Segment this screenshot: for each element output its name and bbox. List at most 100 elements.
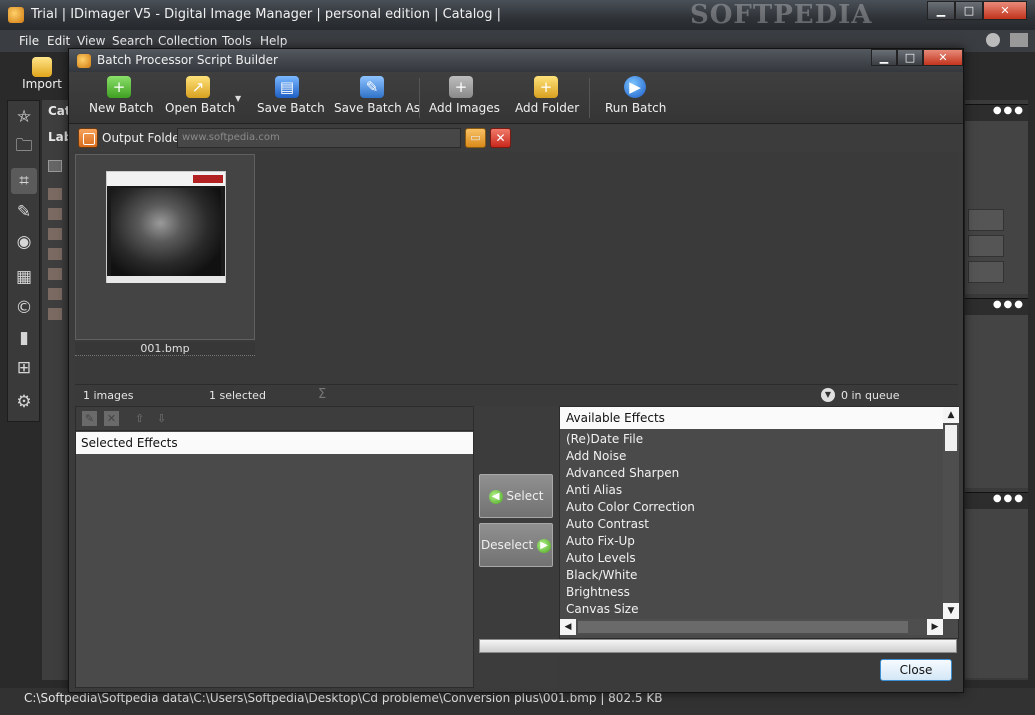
move-up-icon[interactable]: ⇧ <box>132 411 147 426</box>
close-window-button[interactable]: ✕ <box>923 49 963 66</box>
list-item[interactable]: Auto Levels <box>560 550 943 567</box>
add-images-icon: + <box>449 76 473 98</box>
maximize-button[interactable]: □ <box>897 49 923 66</box>
scroll-left-icon[interactable]: ◀ <box>560 619 576 635</box>
add-folder-icon: + <box>534 76 558 98</box>
menu-search[interactable]: Search <box>112 34 153 48</box>
label-swatch[interactable] <box>48 208 62 220</box>
label-swatch[interactable] <box>48 248 62 260</box>
move-down-icon[interactable]: ⇩ <box>154 411 169 426</box>
save-as-icon: ✎ <box>360 76 384 98</box>
pentagram-icon[interactable]: ⛤ <box>11 104 37 130</box>
close-button[interactable]: ✕ <box>983 1 1027 20</box>
list-item[interactable]: Brightness <box>560 584 943 601</box>
batch-processor-dialog: Batch Processor Script Builder ▁ □ ✕ + N… <box>68 48 964 693</box>
list-item[interactable]: Black/White <box>560 567 943 584</box>
maximize-button[interactable]: □ <box>955 1 983 20</box>
pane-controls[interactable]: ●●● <box>965 105 1028 121</box>
queue-dropdown-icon[interactable]: ▼ <box>821 388 835 402</box>
add-folder-button[interactable]: + Add Folder <box>515 76 579 122</box>
gear-icon[interactable]: ⚙ <box>11 389 37 415</box>
pane-field[interactable] <box>968 235 1004 257</box>
import-button[interactable]: Import <box>14 57 70 97</box>
label-swatch[interactable] <box>48 288 62 300</box>
add-images-button[interactable]: + Add Images <box>429 76 500 122</box>
grid-icon[interactable]: ▦ <box>11 264 37 290</box>
output-folder-input[interactable]: www.softpedia.com <box>177 128 461 148</box>
menu-file[interactable]: File <box>19 34 39 48</box>
pane-controls[interactable]: ●●● <box>965 493 1028 509</box>
open-batch-button[interactable]: ↗ Open Batch <box>165 76 235 122</box>
main-titlebar: Trial | IDimager V5 - Digital Image Mana… <box>0 0 1035 30</box>
thumbnail-badge <box>193 175 223 183</box>
output-folder-checkbox[interactable] <box>78 128 98 148</box>
image-statusbar: 1 images 1 selected Σ ▼ 0 in queue <box>75 384 958 406</box>
menu-edit[interactable]: Edit <box>47 34 70 48</box>
label-swatch[interactable] <box>48 188 62 200</box>
save-batch-button[interactable]: ▤ Save Batch <box>257 76 325 122</box>
menu-tools[interactable]: Tools <box>222 34 252 48</box>
import-icon <box>32 57 52 77</box>
copyright-icon[interactable]: © <box>11 295 37 321</box>
list-item[interactable]: Anti Alias <box>560 482 943 499</box>
scroll-down-icon[interactable]: ▼ <box>943 603 959 619</box>
run-batch-button[interactable]: ▶ Run Batch <box>605 76 666 122</box>
menu-view[interactable]: View <box>77 34 105 48</box>
status-path: C:\Softpedia\Softpedia data\C:\Users\Sof… <box>24 691 663 705</box>
image-thumbnail[interactable] <box>75 154 255 340</box>
label-swatch[interactable] <box>48 268 62 280</box>
pencil-icon[interactable]: ✎ <box>11 199 37 225</box>
open-batch-dropdown-icon[interactable]: ▼ <box>235 94 241 103</box>
list-item[interactable]: Auto Contrast <box>560 516 943 533</box>
menu-help[interactable]: Help <box>260 34 287 48</box>
softpedia-watermark: SOFTPEDIA <box>690 0 873 30</box>
pane-controls[interactable]: ●●● <box>965 299 1028 315</box>
list-item[interactable]: Auto Fix-Up <box>560 533 943 550</box>
folder-icon[interactable]: 🗀 <box>11 133 37 159</box>
label-swatch[interactable] <box>48 228 62 240</box>
available-effects-header: Available Effects <box>560 407 943 429</box>
scroll-thumb[interactable] <box>945 425 957 451</box>
delete-effect-icon[interactable]: ✕ <box>104 411 119 426</box>
edit-effect-icon[interactable]: ✎ <box>82 411 97 426</box>
new-batch-label: New Batch <box>89 101 154 115</box>
new-document-icon: + <box>107 76 131 98</box>
list-item[interactable]: Canvas Size <box>560 601 943 618</box>
close-button[interactable]: Close <box>880 659 952 681</box>
chart-icon[interactable]: ▮ <box>11 325 37 351</box>
eye-icon[interactable]: ◉ <box>11 229 37 255</box>
label-swatch[interactable] <box>48 308 62 320</box>
save-batch-as-button[interactable]: ✎ Save Batch As <box>334 76 420 122</box>
menu-collection[interactable]: Collection <box>158 34 217 48</box>
new-batch-button[interactable]: + New Batch <box>89 76 153 122</box>
output-folder-row: Output Folder www.softpedia.com ▭ ✕ <box>69 125 963 151</box>
app-logo-icon <box>77 54 91 68</box>
minimize-button[interactable]: ▁ <box>927 1 955 20</box>
pane-field[interactable] <box>968 261 1004 283</box>
scroll-right-icon[interactable]: ▶ <box>927 619 943 635</box>
pane-field[interactable] <box>968 209 1004 231</box>
available-effects-list: (Re)Date File Add Noise Advanced Sharpen… <box>560 431 943 617</box>
layout-icon[interactable] <box>1010 33 1028 47</box>
browse-folder-button[interactable]: ▭ <box>465 128 486 148</box>
settings-icon[interactable] <box>986 33 1000 47</box>
image-count: 1 images <box>83 389 134 402</box>
panel-filter-icon[interactable] <box>48 160 62 172</box>
select-label: Select <box>506 489 544 503</box>
image-thumbnail-area: 001.bmp <box>75 152 958 384</box>
app-logo-icon <box>8 7 24 23</box>
vertical-scrollbar[interactable]: ▲ ▼ <box>943 407 959 619</box>
list-item[interactable]: Add Noise <box>560 448 943 465</box>
scroll-up-icon[interactable]: ▲ <box>943 407 959 423</box>
clear-folder-button[interactable]: ✕ <box>490 128 511 148</box>
hierarchy-icon[interactable]: ⊞ <box>11 355 37 381</box>
select-button[interactable]: ◀ Select <box>479 474 553 518</box>
list-item[interactable]: Advanced Sharpen <box>560 465 943 482</box>
tag-icon[interactable]: ⌗ <box>11 168 37 194</box>
list-item[interactable]: Auto Color Correction <box>560 499 943 516</box>
scroll-thumb[interactable] <box>578 621 908 633</box>
minimize-button[interactable]: ▁ <box>871 49 897 66</box>
horizontal-scrollbar[interactable]: ◀ ▶ <box>560 619 943 635</box>
deselect-button[interactable]: Deselect ▶ <box>479 523 553 567</box>
list-item[interactable]: (Re)Date File <box>560 431 943 448</box>
